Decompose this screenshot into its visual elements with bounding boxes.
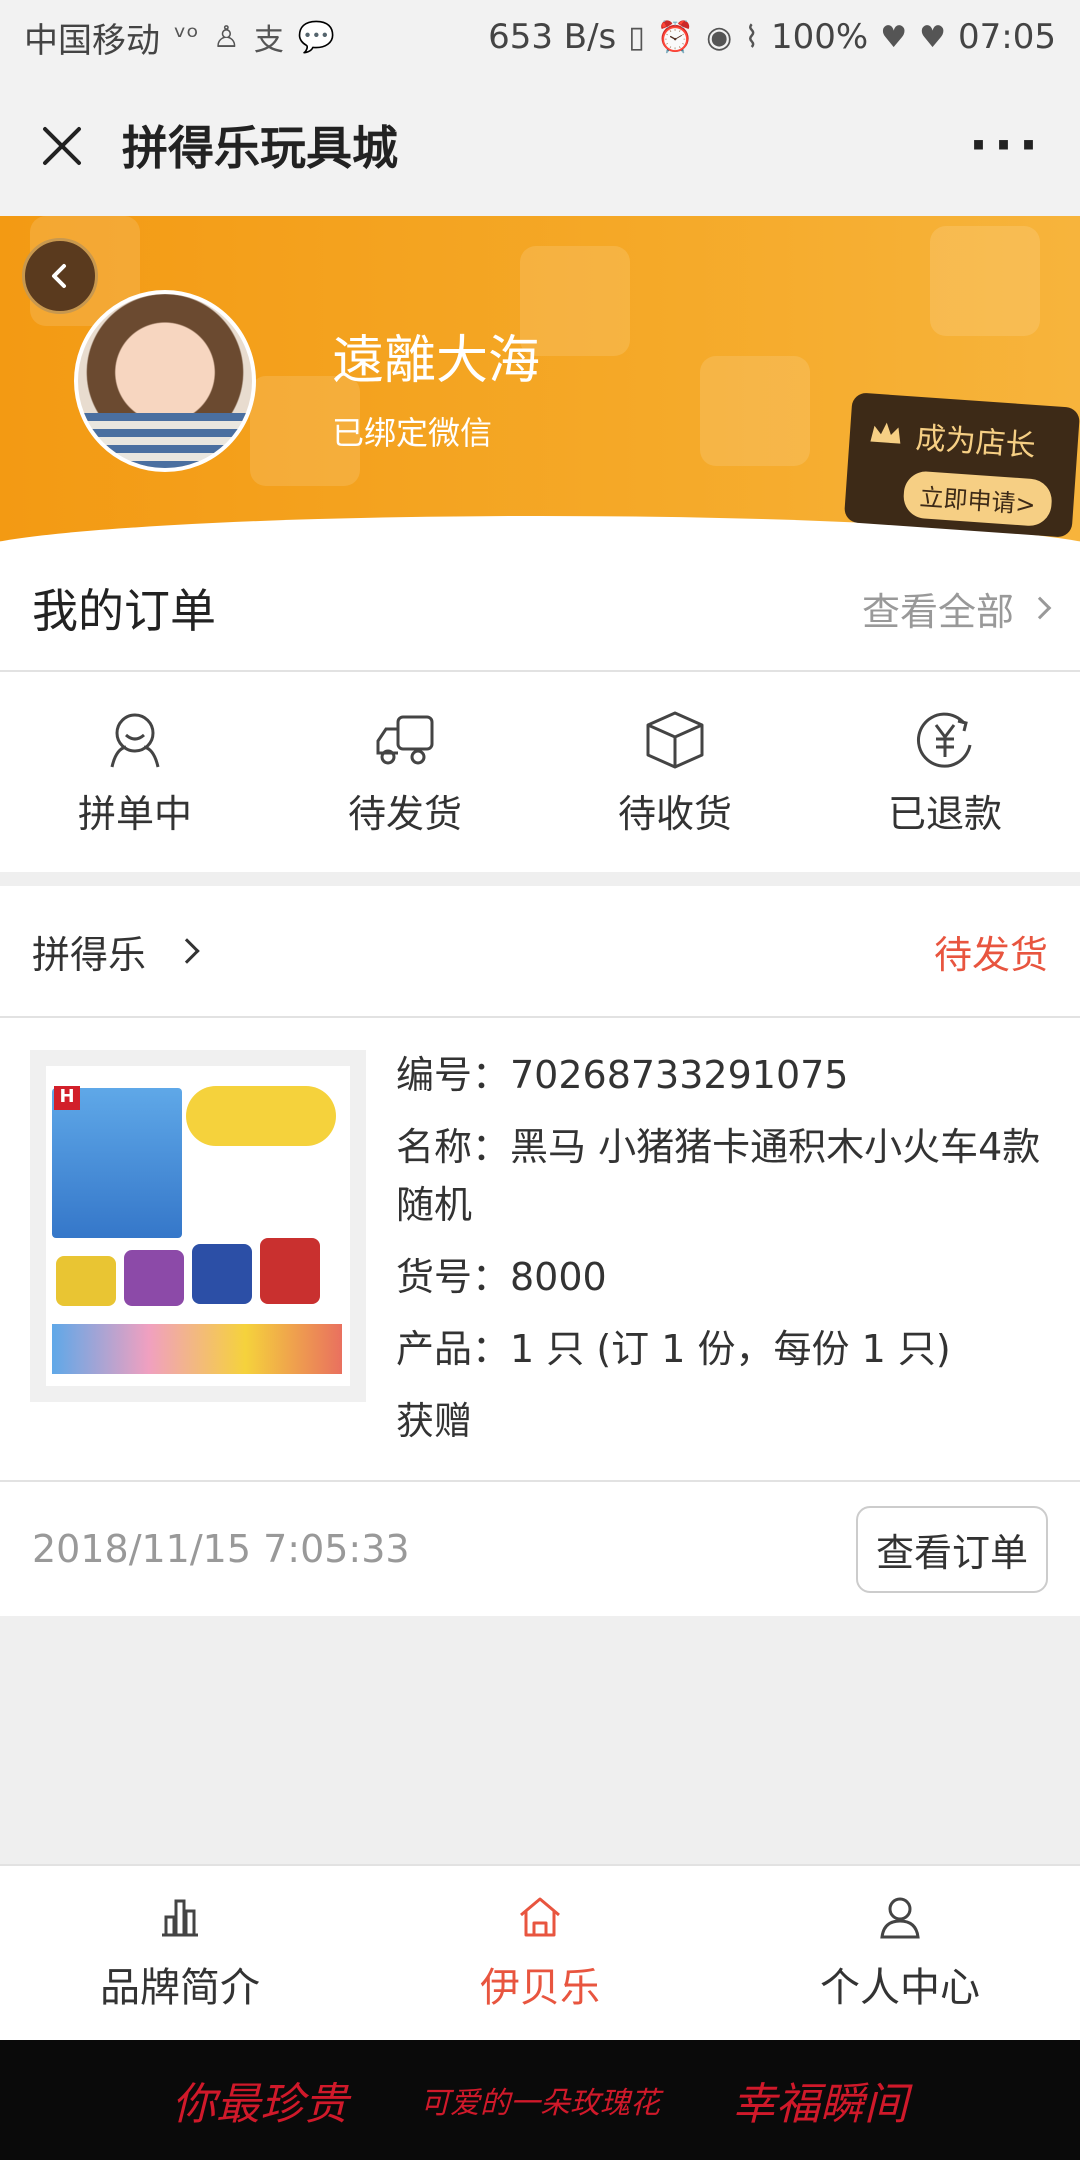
product-info: 编号：70268733291075 名称：黑马 小猪猪卡通积木小火车4款随机 货… <box>396 1046 1046 1464</box>
train-graphic <box>260 1238 320 1304</box>
train-graphic <box>56 1256 116 1306</box>
brand-logo: H <box>54 1086 80 1110</box>
pig-title-graphic <box>186 1086 336 1146</box>
heart-icon-2: ♥ <box>919 19 947 55</box>
product-id: 编号：70268733291075 <box>396 1053 849 1097</box>
product-sku: 货号：8000 <box>396 1255 607 1299</box>
train-graphic <box>124 1250 184 1306</box>
order-footer-row: 2018/11/15 7:05:33 查看订单 <box>0 1482 1080 1616</box>
footer-deco-text: 幸福瞬间 <box>732 2079 908 2130</box>
apply-now-button[interactable]: 立即申请> <box>902 470 1054 528</box>
qq-icon: ♙ <box>212 19 240 55</box>
title-bar: 拼得乐玩具城 ··· <box>0 74 1080 216</box>
store-name: 拼得乐 <box>32 932 147 977</box>
tab-home[interactable]: 伊贝乐 <box>360 1866 720 2040</box>
brand-chart-icon <box>162 1899 198 1937</box>
view-all-label: 查看全部 <box>861 589 1014 634</box>
avatar-sweater <box>78 413 252 468</box>
status-bar: 中国移动 ᵛᵒ ♙ 支 💬 653 B/s ▯ ⏰ ◉ ⌇ 100% ♥ ♥ 0… <box>0 0 1080 74</box>
alarm-icon: ⏰ <box>656 19 695 55</box>
battery-level: 100% <box>771 17 869 57</box>
home-icon <box>520 1897 560 1937</box>
my-orders-header: 我的订单 查看全部 <box>0 546 1080 672</box>
close-icon[interactable] <box>36 120 86 170</box>
vibrate-icon: ▯ <box>628 19 645 55</box>
avatar[interactable] <box>74 290 256 472</box>
clock: 07:05 <box>958 17 1056 57</box>
product-image: H <box>46 1066 350 1386</box>
order-status: 待发货 <box>933 932 1048 977</box>
bottom-tab-bar: 品牌简介 伊贝乐 个人中心 <box>0 1864 1080 2040</box>
train-graphic <box>192 1244 252 1304</box>
order-status-row: 拼单中 待发货 待收货 已退款 <box>0 672 1080 872</box>
back-button[interactable] <box>22 238 98 314</box>
signal-icon: ⌇ <box>744 19 759 55</box>
heart-icon: ♥ <box>880 19 908 55</box>
package-icon <box>646 711 704 768</box>
eye-icon: ◉ <box>706 19 733 55</box>
product-name: 名称：黑马 小猪猪卡通积木小火车4款随机 <box>396 1125 1041 1227</box>
tab-label: 伊贝乐 <box>480 1965 600 2011</box>
wechat-bind-status: 已绑定微信 <box>332 414 493 452</box>
store-link[interactable]: 拼得乐 <box>32 924 200 979</box>
volte-icon: ᵛᵒ <box>174 19 199 55</box>
status-refunded[interactable]: 已退款 <box>810 672 1080 872</box>
status-to-ship[interactable]: 待发货 <box>270 672 540 872</box>
variants-strip-graphic <box>52 1324 342 1374</box>
view-all-orders-link[interactable]: 查看全部 <box>861 581 1052 636</box>
chat-icon: 💬 <box>297 19 336 55</box>
become-shop-owner-badge[interactable]: 成为店长 立即申请> <box>843 392 1080 538</box>
product-quantity: 产品：1 只 (订 1 份，每份 1 只) <box>396 1327 951 1371</box>
status-label: 已退款 <box>887 791 1002 836</box>
product-gift: 获赠 <box>396 1399 473 1443</box>
status-label: 待收货 <box>617 791 732 836</box>
status-grouping[interactable]: 拼单中 <box>0 672 270 872</box>
tab-personal-center[interactable]: 个人中心 <box>720 1866 1080 2040</box>
view-order-button[interactable]: 查看订单 <box>855 1505 1048 1593</box>
network-speed: 653 B/s <box>488 17 617 57</box>
puzzle-pattern <box>930 226 1040 336</box>
tab-brand-intro[interactable]: 品牌简介 <box>0 1866 360 2040</box>
alipay-icon: 支 <box>253 23 284 58</box>
truck-icon <box>376 715 434 764</box>
person-icon <box>880 1897 920 1939</box>
chevron-right-icon <box>174 938 200 964</box>
footer-deco-text: 你最珍贵 <box>172 2079 348 2130</box>
product-thumbnail[interactable]: H <box>30 1050 366 1402</box>
page-title: 拼得乐玩具城 <box>122 121 398 175</box>
more-menu-icon[interactable]: ··· <box>969 116 1044 174</box>
toy-box-graphic <box>52 1088 182 1238</box>
order-product[interactable]: H 编号：70268733291075 名称：黑马 小猪猪卡通积木小火车4款随机… <box>0 1018 1080 1482</box>
puzzle-pattern <box>700 356 810 466</box>
status-label: 待发货 <box>347 791 462 836</box>
my-orders-title: 我的订单 <box>32 584 216 638</box>
chevron-right-icon <box>1028 596 1052 620</box>
order-store-row: 拼得乐 待发货 <box>0 886 1080 1018</box>
user-name: 遠離大海 <box>332 331 541 391</box>
carrier-label: 中国移动 <box>24 20 160 61</box>
order-datetime: 2018/11/15 7:05:33 <box>32 1527 410 1571</box>
group-buy-icon <box>110 713 160 767</box>
status-to-receive[interactable]: 待收货 <box>540 672 810 872</box>
decorative-footer: 你最珍贵 可爱的一朵玫瑰花 幸福瞬间 <box>0 2040 1080 2160</box>
yuan-refund-icon <box>916 712 972 768</box>
crown-icon <box>870 422 901 444</box>
status-label: 拼单中 <box>77 791 192 836</box>
tab-label: 品牌简介 <box>100 1965 260 2011</box>
shop-badge-label: 成为店长 <box>914 420 1037 465</box>
footer-deco-text: 可爱的一朵玫瑰花 <box>420 2086 660 2121</box>
tab-label: 个人中心 <box>820 1965 980 2011</box>
chevron-left-icon <box>52 264 66 288</box>
